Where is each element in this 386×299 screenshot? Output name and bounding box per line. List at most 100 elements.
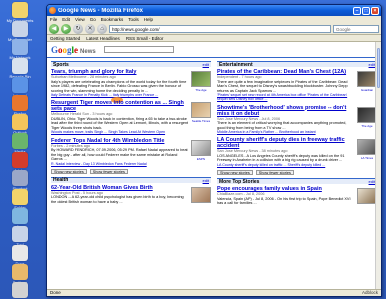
bookmark-getting-started[interactable]: Getting Started — [50, 36, 80, 41]
desktop-icons: My Documents My Computer My NetworkRecycle… — [0, 0, 40, 299]
menu-bookmarks[interactable]: Bookmarks — [101, 17, 124, 22]
story-snippet: By HOWARD FENDRICH, 07.09.2006, 05:29 PM… — [51, 148, 188, 162]
story-thumbnail[interactable] — [357, 188, 377, 205]
menu-view[interactable]: View — [75, 17, 85, 22]
firefox-window: Google News - Mozilla Firefox – □ × File… — [46, 4, 382, 297]
story-snippet: LONDON -- A 62-year-old child psychologi… — [51, 195, 184, 204]
back-arrow-icon[interactable]: ◀ — [49, 23, 59, 34]
thumbnail-caption[interactable]: LA Times — [357, 156, 377, 160]
desktop-icon[interactable]: Recycle Bin — [4, 58, 36, 79]
story-thumbnail[interactable] — [191, 139, 211, 156]
story-related[interactable]: 'Pirates' sequel set new record at 4th A… — [217, 93, 355, 102]
thumbnail-caption[interactable]: Guardian — [357, 88, 377, 92]
vertical-scrollbar[interactable] — [375, 42, 381, 289]
show-fewer-stories-button[interactable]: Show fewer stories — [89, 168, 128, 174]
story-snippet: Valencia, Spain (AP) - Jul 8, 2006 - On … — [217, 196, 351, 206]
story-headline[interactable]: LA County sheriff's deputy dies in freew… — [217, 137, 355, 149]
desktop-shortcut-icon — [12, 39, 28, 55]
story-thumbnail[interactable] — [191, 102, 211, 119]
story-snippet: LOS ANGELES - A Los Angeles County sheri… — [217, 153, 345, 163]
menu-edit[interactable]: Edit — [62, 17, 70, 22]
thumbnail-caption[interactable]: The Age — [191, 88, 211, 92]
story-thumbnail[interactable] — [191, 71, 211, 87]
thumbnail-caption[interactable]: Seattle Times — [191, 119, 211, 123]
desktop-icon[interactable]: Firefox — [4, 95, 36, 116]
show-new-stories-button[interactable]: Show new stories — [217, 170, 253, 176]
desktop-icon[interactable]: Outlook — [4, 114, 36, 135]
desktop-shortcut-icon — [12, 264, 28, 280]
desktop-shortcut-icon — [12, 77, 28, 93]
story-headline[interactable]: Showtime's 'Brotherhood' shows promise -… — [217, 105, 355, 117]
menu-help[interactable]: Help — [144, 17, 153, 22]
right-column: Entertainment edit Pirates of the Caribb… — [217, 61, 377, 213]
maximize-button[interactable]: □ — [362, 6, 370, 15]
desktop-icon[interactable]: Docs — [4, 245, 36, 266]
story-related[interactable]: R. Nadal interview - Day 13 Wimbledon Fa… — [51, 162, 189, 166]
left-column: Sports edit Tears, triumph and glory for… — [51, 61, 211, 213]
desktop-icon[interactable]: My Network — [4, 39, 36, 60]
story-thumbnail[interactable] — [357, 139, 377, 156]
story-related[interactable]: Woods makes move, trails Singh ... Singh… — [51, 130, 189, 134]
menu-file[interactable]: File — [50, 17, 57, 22]
title-bar[interactable]: Google News - Mozilla Firefox – □ × — [47, 5, 381, 16]
story-item: Federer Tops Nadal for 4th Wimbledon Tit… — [51, 138, 211, 166]
story-thumbnail[interactable] — [191, 186, 211, 203]
edit-link[interactable]: edit — [203, 62, 209, 67]
scrollbar-thumb[interactable] — [377, 48, 380, 88]
desktop-icon[interactable]: My Computer — [4, 282, 36, 299]
desktop-shortcut-icon — [12, 170, 28, 186]
desktop-icon[interactable]: Shortcut — [4, 170, 36, 191]
desktop-icon[interactable]: My Documents — [4, 2, 36, 23]
url-input[interactable]: http://news.google.com/ — [109, 24, 331, 33]
menu-go[interactable]: Go — [90, 17, 96, 22]
home-icon[interactable]: ⌂ — [97, 23, 107, 34]
story-item: Pirates of the Caribbean: Dead Man's Che… — [217, 69, 377, 102]
story-related[interactable]: Middle America in a Family's Rather ... … — [217, 130, 355, 134]
thumbnail-caption[interactable]: The Age — [357, 124, 377, 128]
story-item: Pope encourages family values in Spain C… — [217, 186, 377, 210]
story-snippet: There is an element of critical worrying… — [217, 121, 347, 130]
desktop-shortcut-icon — [12, 2, 28, 18]
desktop-shortcut-icon — [12, 282, 28, 298]
thumbnail-caption[interactable]: ESPN — [191, 157, 211, 161]
minimize-button[interactable]: – — [353, 6, 361, 15]
story-related[interactable]: LA County sheriff's deputy killed on tra… — [217, 163, 355, 167]
bookmark-rss[interactable]: RSS Small - Editor — [126, 36, 164, 41]
forward-arrow-icon[interactable]: ▶ — [61, 23, 71, 34]
section-header-sports: Sports edit — [51, 61, 211, 68]
news-search-input[interactable] — [103, 46, 174, 53]
window-title: Google News - Mozilla Firefox — [58, 7, 144, 14]
desktop-shortcut-icon — [12, 208, 28, 224]
desktop-icon[interactable]: Folder — [4, 189, 36, 210]
edit-link[interactable]: edit — [203, 178, 209, 183]
show-fewer-stories-button[interactable]: Show fewer stories — [255, 170, 294, 176]
status-adblock[interactable]: Adblock — [362, 290, 381, 296]
google-news-logo[interactable]: Google News — [51, 45, 96, 55]
close-button[interactable]: × — [371, 6, 379, 15]
story-snippet: There are quite a few imaginative setpie… — [217, 79, 348, 93]
desktop-icon[interactable]: Tool — [4, 226, 36, 247]
story-thumbnail[interactable] — [357, 106, 377, 123]
desktop-shortcut-icon — [12, 226, 28, 242]
story-snippet: DUBLIN, Ohio: Tiger Woods is back in con… — [51, 116, 189, 130]
reload-icon[interactable]: ↻ — [73, 23, 83, 34]
desktop-shortcut-icon — [12, 58, 28, 74]
desktop-icon[interactable]: Media — [4, 133, 36, 154]
story-item: 62-Year-Old British Woman Gives Birth Wa… — [51, 185, 211, 209]
desktop-shortcut-icon — [12, 152, 28, 168]
menu-tools[interactable]: Tools — [128, 17, 139, 22]
story-item: Showtime's 'Brotherhood' shows promise -… — [217, 105, 377, 135]
search-input[interactable]: Google — [333, 24, 379, 33]
stop-icon[interactable]: ✕ — [85, 23, 95, 34]
section-header-more-top-stories: More Top Stories edit — [217, 178, 377, 185]
story-headline[interactable]: Resurgent Tiger moves into contention as… — [51, 100, 189, 112]
desktop-shortcut-icon — [12, 95, 28, 111]
page-content: Google News Sports edit Tears, triumph an… — [47, 42, 381, 289]
story-item: LA County sheriff's deputy dies in freew… — [217, 137, 377, 167]
story-thumbnail[interactable] — [357, 71, 377, 87]
story-item: Resurgent Tiger moves into contention as… — [51, 100, 211, 134]
section-header-health: Health edit — [51, 176, 211, 184]
show-new-stories-button[interactable]: Show new stories — [51, 168, 87, 174]
bookmark-latest-headlines[interactable]: Latest Headlines — [86, 36, 120, 41]
firefox-icon — [49, 7, 56, 14]
